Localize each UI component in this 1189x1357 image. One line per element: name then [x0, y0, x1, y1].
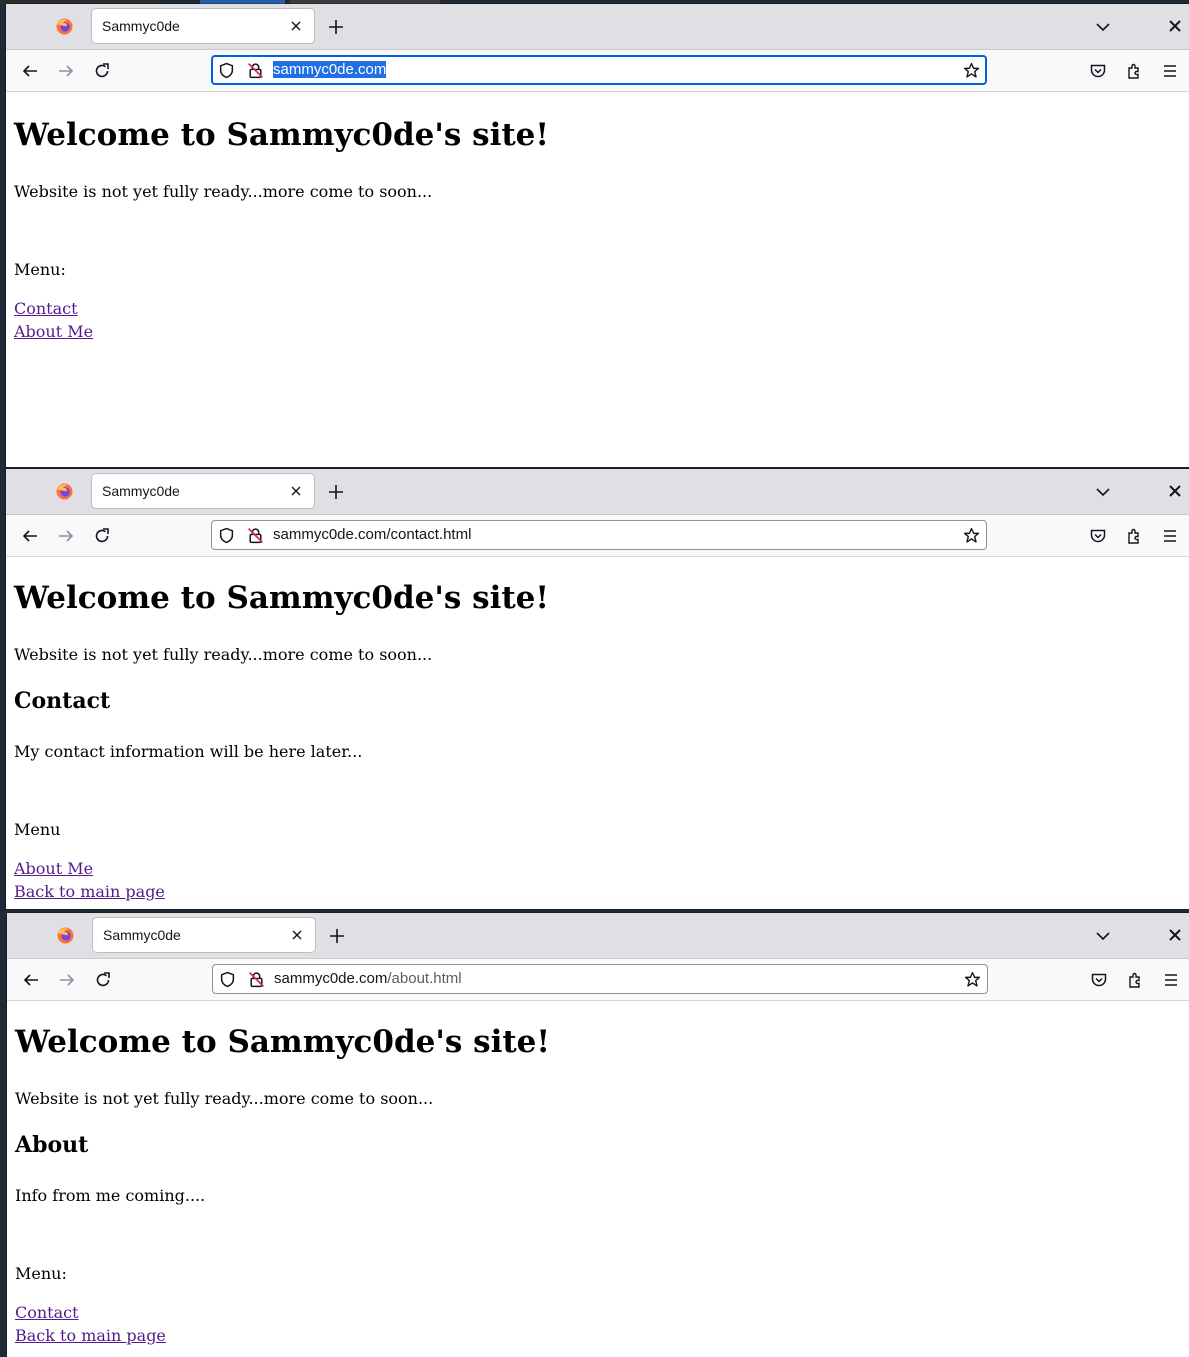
back-to-main-link[interactable]: Back to main page — [14, 882, 165, 901]
back-arrow-icon[interactable] — [22, 971, 40, 989]
page-content: Welcome to Sammyc0de's site! Website is … — [14, 91, 1189, 467]
pocket-icon[interactable] — [1089, 62, 1107, 80]
forward-arrow-icon[interactable] — [57, 527, 75, 545]
url-text[interactable]: sammyc0de.com — [273, 61, 387, 79]
section-heading: Contact — [14, 688, 111, 714]
menu-label: Menu: — [15, 1264, 67, 1283]
back-arrow-icon[interactable] — [21, 527, 39, 545]
insecure-lock-icon[interactable] — [247, 527, 264, 544]
pocket-icon[interactable] — [1089, 527, 1107, 545]
back-to-main-link[interactable]: Back to main page — [15, 1326, 166, 1345]
plus-icon[interactable] — [326, 17, 346, 37]
close-icon[interactable] — [1167, 18, 1183, 34]
insecure-lock-icon[interactable] — [247, 62, 264, 79]
url-host: sammyc0de.com — [273, 61, 387, 78]
chevron-down-icon[interactable] — [1095, 484, 1111, 500]
star-icon[interactable] — [963, 527, 980, 544]
page-heading: Welcome to Sammyc0de's site! — [14, 117, 549, 153]
plus-icon[interactable] — [327, 926, 347, 946]
section-text: Info from me coming.... — [15, 1186, 206, 1205]
shield-icon[interactable] — [218, 527, 235, 544]
tab-bar: Sammyc0de — [6, 4, 1189, 50]
close-icon[interactable] — [288, 483, 304, 499]
insecure-lock-icon[interactable] — [248, 971, 265, 988]
close-icon[interactable] — [1167, 483, 1183, 499]
browser-tab[interactable]: Sammyc0de — [93, 918, 315, 952]
tab-bar: Sammyc0de — [6, 469, 1189, 515]
browser-window-home: Sammyc0de sammyc0de.com Welcome to Sammy… — [6, 4, 1189, 467]
browser-window-contact: Sammyc0de sammyc0de.com/contact.html Wel… — [6, 469, 1189, 909]
url-bar[interactable]: sammyc0de.com/about.html — [212, 964, 988, 994]
url-path: /about.html — [387, 970, 462, 987]
browser-tab[interactable]: Sammyc0de — [92, 9, 314, 43]
navigation-toolbar: sammyc0de.com/about.html — [7, 959, 1189, 1001]
navigation-toolbar: sammyc0de.com/contact.html — [6, 515, 1189, 557]
url-host: sammyc0de.com — [274, 970, 388, 987]
tab-bar: Sammyc0de — [7, 913, 1189, 959]
url-host: sammyc0de.com — [273, 526, 387, 543]
section-heading: About — [15, 1132, 89, 1158]
browser-tab[interactable]: Sammyc0de — [92, 474, 314, 508]
forward-arrow-icon[interactable] — [57, 62, 75, 80]
extensions-icon[interactable] — [1126, 971, 1144, 989]
firefox-logo-icon[interactable] — [56, 18, 73, 35]
pocket-icon[interactable] — [1090, 971, 1108, 989]
tab-title: Sammyc0de — [102, 18, 180, 34]
extensions-icon[interactable] — [1125, 527, 1143, 545]
reload-icon[interactable] — [94, 971, 112, 989]
menu-icon[interactable] — [1161, 527, 1179, 545]
browser-window-about: Sammyc0de sammyc0de.com/about.html Welco… — [7, 913, 1189, 1357]
url-bar[interactable]: sammyc0de.com/contact.html — [211, 520, 987, 550]
url-text[interactable]: sammyc0de.com/contact.html — [273, 526, 471, 544]
page-heading: Welcome to Sammyc0de's site! — [15, 1024, 550, 1060]
firefox-logo-icon[interactable] — [57, 927, 74, 944]
reload-icon[interactable] — [93, 527, 111, 545]
menu-label: Menu: — [14, 260, 66, 279]
menu-icon[interactable] — [1161, 62, 1179, 80]
close-icon[interactable] — [288, 18, 304, 34]
about-me-link[interactable]: About Me — [14, 859, 93, 878]
star-icon[interactable] — [963, 62, 980, 79]
tab-title: Sammyc0de — [102, 483, 180, 499]
plus-icon[interactable] — [326, 482, 346, 502]
page-content: Welcome to Sammyc0de's site! Website is … — [15, 1000, 1189, 1357]
contact-link[interactable]: Contact — [14, 299, 78, 318]
intro-text: Website is not yet fully ready...more co… — [14, 645, 433, 664]
close-icon[interactable] — [289, 927, 305, 943]
contact-link[interactable]: Contact — [15, 1303, 79, 1322]
forward-arrow-icon[interactable] — [58, 971, 76, 989]
close-icon[interactable] — [1167, 927, 1183, 943]
page-heading: Welcome to Sammyc0de's site! — [14, 580, 549, 616]
firefox-logo-icon[interactable] — [56, 483, 73, 500]
url-text[interactable]: sammyc0de.com/about.html — [274, 970, 462, 988]
chevron-down-icon[interactable] — [1095, 928, 1111, 944]
intro-text: Website is not yet fully ready...more co… — [14, 182, 433, 201]
chevron-down-icon[interactable] — [1095, 19, 1111, 35]
intro-text: Website is not yet fully ready...more co… — [15, 1089, 434, 1108]
about-me-link[interactable]: About Me — [14, 322, 93, 341]
menu-label: Menu — [14, 820, 61, 839]
extensions-icon[interactable] — [1125, 62, 1143, 80]
url-path: /contact.html — [386, 526, 472, 543]
shield-icon[interactable] — [219, 971, 236, 988]
url-bar[interactable]: sammyc0de.com — [211, 55, 987, 85]
page-content: Welcome to Sammyc0de's site! Website is … — [14, 556, 1189, 909]
star-icon[interactable] — [964, 971, 981, 988]
tab-title: Sammyc0de — [103, 927, 181, 943]
menu-icon[interactable] — [1162, 971, 1180, 989]
back-arrow-icon[interactable] — [21, 62, 39, 80]
reload-icon[interactable] — [93, 62, 111, 80]
shield-icon[interactable] — [218, 62, 235, 79]
navigation-toolbar: sammyc0de.com — [6, 50, 1189, 92]
section-text: My contact information will be here late… — [14, 742, 363, 761]
